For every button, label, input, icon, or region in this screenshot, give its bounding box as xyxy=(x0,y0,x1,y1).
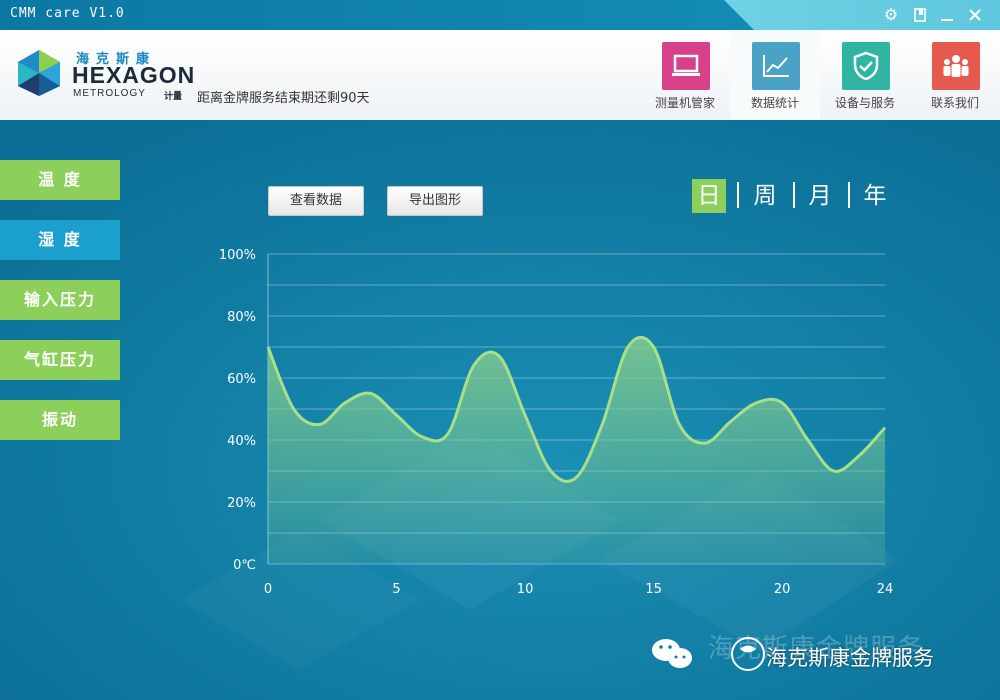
y-tick-label: 0℃ xyxy=(233,558,256,573)
x-tick-label: 15 xyxy=(645,582,662,597)
x-tick-label: 10 xyxy=(517,582,534,597)
x-tick-label: 24 xyxy=(877,582,894,597)
humidity-chart: 0℃ 20% 40% 60% 80% 100% 0 5 10 15 20 24 xyxy=(219,248,894,597)
x-tick-label: 0 xyxy=(264,582,272,597)
y-tick-label: 60% xyxy=(227,372,256,387)
watermark-text: 海克斯康金牌服务 xyxy=(766,646,934,670)
x-tick-label: 5 xyxy=(392,582,400,597)
y-tick-label: 20% xyxy=(227,496,256,511)
y-tick-label: 80% xyxy=(227,310,256,325)
wechat-icon xyxy=(652,637,765,671)
area-fill xyxy=(268,337,885,564)
y-tick-label: 40% xyxy=(227,434,256,449)
x-tick-label: 20 xyxy=(774,582,791,597)
app-window: CMM care V1.0 ⚙ 海克斯康 HEXAGON METROLOGY 计… xyxy=(0,0,1000,700)
y-tick-label: 100% xyxy=(219,248,256,263)
